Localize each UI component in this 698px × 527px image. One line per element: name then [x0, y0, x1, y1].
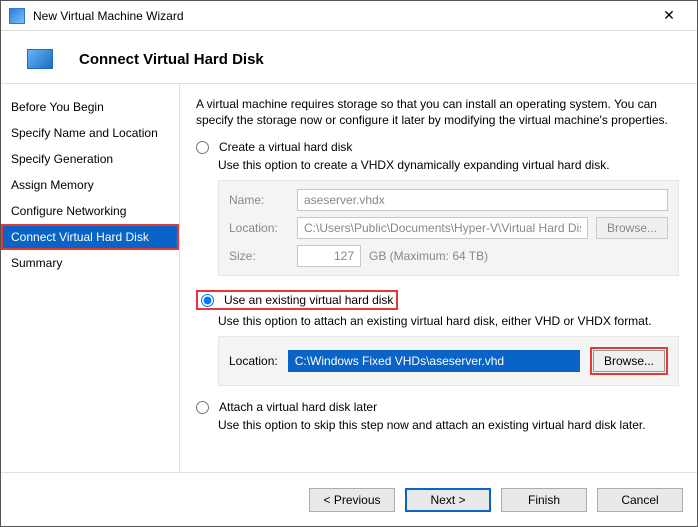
create-browse-button: Browse... [596, 217, 668, 239]
option-attach-later: Attach a virtual hard disk later Use thi… [196, 400, 679, 432]
create-size-label: Size: [229, 249, 289, 263]
existing-location-input[interactable] [288, 350, 580, 372]
step-configure-networking[interactable]: Configure Networking [1, 198, 179, 224]
step-specify-generation[interactable]: Specify Generation [1, 146, 179, 172]
titlebar: New Virtual Machine Wizard ✕ [1, 1, 697, 31]
option-attach-later-label: Attach a virtual hard disk later [219, 400, 377, 414]
option-attach-later-desc: Use this option to skip this step now an… [218, 418, 679, 432]
step-assign-memory[interactable]: Assign Memory [1, 172, 179, 198]
app-icon [9, 8, 25, 24]
create-location-label: Location: [229, 221, 289, 235]
wizard-footer: < Previous Next > Finish Cancel [1, 472, 697, 526]
use-existing-fields: Location: Browse... [218, 336, 679, 386]
window-title: New Virtual Machine Wizard [33, 9, 649, 23]
radio-use-existing-vhd[interactable] [201, 294, 214, 307]
create-size-input [297, 245, 361, 267]
create-name-input [297, 189, 668, 211]
wizard-steps-sidebar: Before You Begin Specify Name and Locati… [1, 84, 180, 472]
highlight-use-existing: Use an existing virtual hard disk [196, 290, 398, 310]
wizard-window: New Virtual Machine Wizard ✕ Connect Vir… [0, 0, 698, 527]
option-create-vhd-desc: Use this option to create a VHDX dynamic… [218, 158, 679, 172]
intro-text: A virtual machine requires storage so th… [196, 96, 679, 128]
create-vhd-fields: Name: Location: Browse... Size: GB (Maxi… [218, 180, 679, 276]
existing-browse-button[interactable]: Browse... [593, 350, 665, 372]
option-use-existing-desc: Use this option to attach an existing vi… [218, 314, 679, 328]
create-name-label: Name: [229, 193, 289, 207]
hard-disk-icon [27, 49, 53, 69]
create-size-unit: GB (Maximum: 64 TB) [369, 249, 488, 263]
option-attach-later-row[interactable]: Attach a virtual hard disk later [196, 400, 679, 414]
page-title: Connect Virtual Hard Disk [79, 51, 264, 68]
option-use-existing-row[interactable]: Use an existing virtual hard disk [201, 293, 393, 307]
next-button[interactable]: Next > [405, 488, 491, 512]
create-location-input [297, 217, 588, 239]
cancel-button[interactable]: Cancel [597, 488, 683, 512]
existing-location-label: Location: [229, 354, 278, 368]
option-use-existing-label: Use an existing virtual hard disk [224, 293, 393, 307]
option-create-vhd-label: Create a virtual hard disk [219, 140, 352, 154]
step-connect-virtual-hard-disk[interactable]: Connect Virtual Hard Disk [1, 224, 179, 250]
radio-create-vhd[interactable] [196, 141, 209, 154]
finish-button[interactable]: Finish [501, 488, 587, 512]
wizard-body: Before You Begin Specify Name and Locati… [1, 84, 697, 472]
step-summary[interactable]: Summary [1, 250, 179, 276]
step-before-you-begin[interactable]: Before You Begin [1, 94, 179, 120]
wizard-content: A virtual machine requires storage so th… [180, 84, 697, 472]
option-create-vhd: Create a virtual hard disk Use this opti… [196, 140, 679, 276]
previous-button[interactable]: < Previous [309, 488, 395, 512]
close-icon[interactable]: ✕ [649, 2, 689, 30]
option-use-existing-vhd: Use an existing virtual hard disk Use th… [196, 290, 679, 386]
step-specify-name-location[interactable]: Specify Name and Location [1, 120, 179, 146]
wizard-header: Connect Virtual Hard Disk [1, 31, 697, 84]
option-create-vhd-row[interactable]: Create a virtual hard disk [196, 140, 679, 154]
radio-attach-later[interactable] [196, 401, 209, 414]
highlight-browse: Browse... [590, 347, 668, 375]
